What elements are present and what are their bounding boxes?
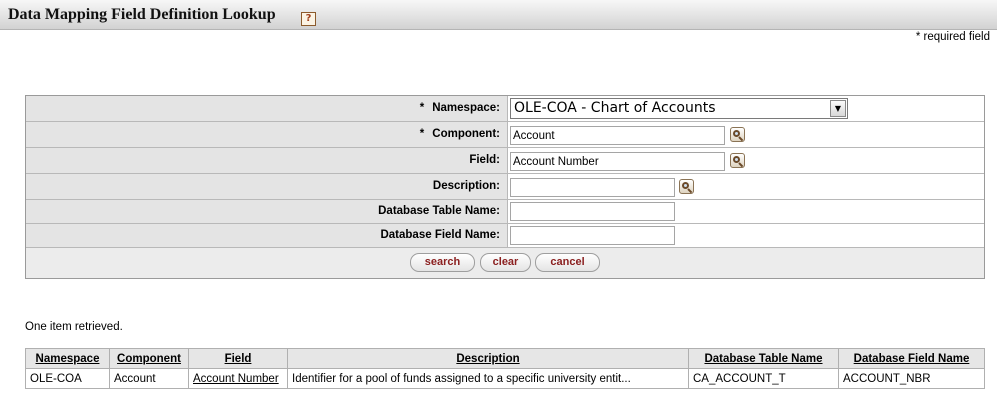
component-input[interactable]: Account: [510, 126, 725, 145]
title-bar: Data Mapping Field Definition Lookup ?: [0, 0, 997, 30]
namespace-row: * Namespace: OLE-COA - Chart of Accounts …: [26, 96, 984, 122]
description-lookup-icon[interactable]: [679, 179, 694, 194]
result-count: One item retrieved.: [25, 321, 123, 333]
db-table-name-input[interactable]: [510, 202, 675, 221]
namespace-label-cell: * Namespace:: [26, 96, 507, 122]
db-field-name-label-cell: Database Field Name:: [26, 224, 507, 248]
namespace-label: Namespace:: [432, 102, 500, 114]
component-label: Component:: [432, 128, 500, 140]
clear-button[interactable]: clear: [480, 253, 531, 272]
results-header-row: Namespace Component Field Description Da…: [25, 348, 985, 369]
component-lookup-icon[interactable]: [730, 127, 745, 142]
db-field-name-input[interactable]: [510, 226, 675, 245]
column-header-field[interactable]: Field: [188, 348, 288, 369]
component-row: * Component: Account: [26, 122, 984, 148]
chevron-down-icon[interactable]: ▼: [830, 100, 846, 117]
results-table: Namespace Component Field Description Da…: [25, 348, 985, 389]
required-field-note: * required field: [915, 31, 990, 43]
description-label: Description:: [432, 180, 500, 192]
field-row: Field: Account Number: [26, 148, 984, 174]
db-field-name-row: Database Field Name:: [26, 224, 984, 248]
field-input[interactable]: Account Number: [510, 152, 725, 171]
required-marker: *: [419, 128, 425, 140]
cell-db-table-name: CA_ACCOUNT_T: [688, 368, 839, 389]
column-header-component[interactable]: Component: [109, 348, 189, 369]
namespace-value-cell: OLE-COA - Chart of Accounts ▼: [507, 96, 984, 122]
description-value-cell: [507, 174, 984, 200]
column-header-db-table-name[interactable]: Database Table Name: [688, 348, 839, 369]
db-table-name-label-cell: Database Table Name:: [26, 200, 507, 224]
cell-namespace: OLE-COA: [25, 368, 110, 389]
field-value-cell: Account Number: [507, 148, 984, 174]
cell-description: Identifier for a pool of funds assigned …: [287, 368, 689, 389]
cell-component: Account: [109, 368, 189, 389]
description-input[interactable]: [510, 178, 675, 197]
db-table-name-label: Database Table Name:: [378, 205, 500, 217]
db-field-name-value-cell: [507, 224, 984, 248]
search-button[interactable]: search: [410, 253, 475, 272]
field-link[interactable]: Account Number: [193, 373, 279, 385]
lookup-criteria-panel: * Namespace: OLE-COA - Chart of Accounts …: [25, 95, 985, 279]
component-label-cell: * Component:: [26, 122, 507, 148]
column-header-namespace[interactable]: Namespace: [25, 348, 110, 369]
column-header-db-field-name[interactable]: Database Field Name: [838, 348, 985, 369]
namespace-select[interactable]: OLE-COA - Chart of Accounts ▼: [510, 98, 848, 119]
field-lookup-icon[interactable]: [730, 153, 745, 168]
description-label-cell: Description:: [26, 174, 507, 200]
field-label-cell: Field:: [26, 148, 507, 174]
namespace-selected-value: OLE-COA - Chart of Accounts: [514, 100, 716, 116]
lookup-button-row: search clear cancel: [26, 248, 984, 278]
column-header-description[interactable]: Description: [287, 348, 689, 369]
description-row: Description:: [26, 174, 984, 200]
table-row: OLE-COA Account Account Number Identifie…: [25, 368, 985, 389]
db-field-name-label: Database Field Name:: [380, 229, 500, 241]
cell-field: Account Number: [188, 368, 288, 389]
db-table-name-value-cell: [507, 200, 984, 224]
required-marker: *: [419, 102, 425, 114]
cancel-button[interactable]: cancel: [535, 253, 600, 272]
page-title: Data Mapping Field Definition Lookup: [8, 6, 276, 23]
component-value-cell: Account: [507, 122, 984, 148]
db-table-name-row: Database Table Name:: [26, 200, 984, 224]
field-label: Field:: [469, 154, 500, 166]
help-icon[interactable]: ?: [301, 12, 316, 26]
cell-db-field-name: ACCOUNT_NBR: [838, 368, 985, 389]
